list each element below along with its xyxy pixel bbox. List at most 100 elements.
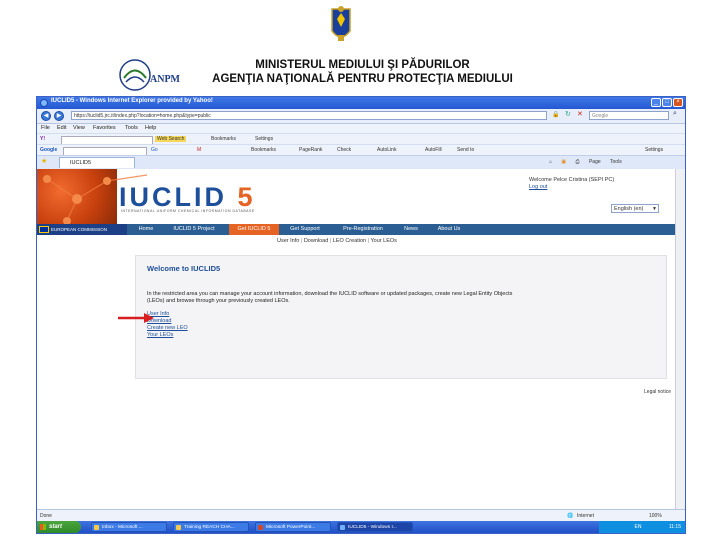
nav-about-us[interactable]: About Us bbox=[429, 224, 469, 235]
subnav-download[interactable]: Download bbox=[304, 238, 328, 244]
iuclid-subtitle: INTERNATIONAL UNIFORM CHEMICAL INFORMATI… bbox=[121, 209, 255, 213]
eu-flag-icon bbox=[39, 226, 49, 233]
subnav-leo-creation[interactable]: LEO Creation bbox=[333, 238, 366, 244]
subnav-your-leos[interactable]: Your LEOs bbox=[371, 238, 397, 244]
vertical-scrollbar[interactable] bbox=[675, 169, 685, 509]
language-value: English (en) bbox=[614, 206, 644, 212]
refresh-icon[interactable]: ↻ bbox=[565, 110, 571, 118]
google-toolbar-label: Google bbox=[40, 147, 58, 153]
google-check-button[interactable]: Check bbox=[337, 147, 351, 153]
yahoo-settings-button[interactable]: Settings bbox=[255, 136, 273, 142]
tab-label: IUCLID5 bbox=[70, 160, 92, 166]
welcome-panel-text: In the restricted area you can manage yo… bbox=[147, 291, 513, 304]
welcome-panel-title: Welcome to IUCLID5 bbox=[147, 264, 221, 273]
menu-bar: File Edit View Favorites Tools Help bbox=[37, 124, 685, 133]
subnav-user-info[interactable]: User Info bbox=[277, 238, 299, 244]
taskbar-item-label: Inbox - Microsoft ... bbox=[102, 525, 143, 530]
menu-help[interactable]: Help bbox=[145, 125, 156, 131]
menu-file[interactable]: File bbox=[41, 125, 50, 131]
tools-menu[interactable]: Tools bbox=[610, 159, 622, 165]
nav-pre-registration[interactable]: Pre-Registration bbox=[333, 224, 393, 235]
menu-view[interactable]: View bbox=[73, 125, 85, 131]
link-your-leos[interactable]: Your LEOs bbox=[147, 332, 188, 339]
nav-get-support[interactable]: Get Support bbox=[283, 224, 327, 235]
windows-logo-icon bbox=[40, 524, 46, 530]
start-button[interactable]: start bbox=[37, 521, 81, 533]
menu-favorites[interactable]: Favorites bbox=[93, 125, 116, 131]
taskbar-item-label: Training REACH CHA... bbox=[184, 525, 235, 530]
google-pagerank-button[interactable]: PageRank bbox=[299, 147, 322, 153]
slide-title-line1: MINISTERUL MEDIULUI ŞI PĂDURILOR bbox=[255, 59, 470, 71]
system-tray: EN 11:15 bbox=[599, 521, 685, 533]
search-icon[interactable]: ⌕ bbox=[673, 110, 677, 118]
taskbar-item-training[interactable]: Training REACH CHA... bbox=[173, 522, 249, 532]
window-title: IUCLID5 - Windows Internet Explorer prov… bbox=[51, 98, 213, 104]
taskbar-item-iuclid5[interactable]: IUCLID5 - Windows I... bbox=[337, 522, 413, 532]
slide-title-line2: AGENŢIA NAŢIONALĂ PENTRU PROTECŢIA MEDIU… bbox=[212, 73, 513, 85]
eu-commission-badge: EUROPEAN COMMISSION bbox=[37, 224, 127, 235]
folder-icon bbox=[176, 525, 181, 530]
zoom-level[interactable]: 100% bbox=[649, 513, 662, 519]
google-go-button[interactable]: Go bbox=[151, 147, 158, 153]
favorites-star-icon[interactable]: ★ bbox=[41, 157, 47, 165]
red-arrow-icon bbox=[118, 313, 154, 323]
forward-button[interactable]: ▶ bbox=[54, 111, 64, 121]
link-create-new-leo[interactable]: Create new LEO bbox=[147, 325, 188, 332]
back-button[interactable]: ◀ bbox=[41, 111, 51, 121]
yahoo-web-search-button[interactable]: Web Search bbox=[155, 136, 187, 142]
minimize-button[interactable]: _ bbox=[651, 98, 661, 107]
menu-edit[interactable]: Edit bbox=[57, 125, 66, 131]
google-sendto-button[interactable]: Send to bbox=[457, 147, 474, 153]
ie-icon bbox=[340, 525, 345, 530]
main-nav: EUROPEAN COMMISSION Home IUCLID 5 Projec… bbox=[37, 224, 675, 235]
romanian-coat-of-arms-icon bbox=[331, 6, 351, 41]
tray-language[interactable]: EN bbox=[635, 524, 642, 530]
search-input[interactable]: Google bbox=[589, 111, 669, 120]
menu-tools[interactable]: Tools bbox=[125, 125, 138, 131]
taskbar-item-inbox[interactable]: Inbox - Microsoft ... bbox=[91, 522, 167, 532]
page-content: IUCLID 5 INTERNATIONAL UNIFORM CHEMICAL … bbox=[37, 169, 685, 509]
start-label: start bbox=[49, 524, 63, 530]
slide-title: MINISTERUL MEDIULUI ŞI PĂDURILOR AGENŢIA… bbox=[190, 58, 535, 86]
google-autofill-button[interactable]: AutoFill bbox=[425, 147, 442, 153]
taskbar-item-powerpoint[interactable]: Microsoft PowerPoint... bbox=[255, 522, 331, 532]
iuclid-logo-version: 5 bbox=[237, 182, 256, 212]
google-settings-button[interactable]: Settings bbox=[645, 147, 663, 153]
home-icon[interactable]: ⌂ bbox=[549, 159, 552, 165]
outlook-icon bbox=[94, 525, 99, 530]
tab-bar: ★ IUCLID5 ⌂ ▣ ⎙ Page Tools bbox=[37, 155, 685, 170]
google-bookmarks-button[interactable]: Bookmarks bbox=[251, 147, 276, 153]
maximize-button[interactable]: □ bbox=[662, 98, 672, 107]
language-select[interactable]: English (en) ▼ bbox=[611, 204, 659, 213]
ie-icon bbox=[40, 99, 48, 107]
legal-notice-link[interactable]: Legal notice bbox=[644, 389, 671, 395]
nav-home[interactable]: Home bbox=[133, 224, 159, 235]
stop-icon[interactable]: ✕ bbox=[577, 110, 583, 118]
print-icon[interactable]: ⎙ bbox=[576, 159, 580, 165]
page-menu[interactable]: Page bbox=[589, 159, 601, 165]
welcome-panel bbox=[135, 255, 667, 379]
lock-icon[interactable]: 🔒 bbox=[552, 111, 559, 118]
logout-link[interactable]: Log out bbox=[529, 184, 614, 191]
yahoo-bookmarks-button[interactable]: Bookmarks bbox=[211, 136, 236, 142]
command-bar: ⌂ ▣ ⎙ Page Tools bbox=[549, 159, 622, 165]
chevron-down-icon: ▼ bbox=[652, 206, 657, 212]
taskbar-item-label: IUCLID5 - Windows I... bbox=[348, 525, 397, 530]
tray-clock: 11:15 bbox=[668, 524, 681, 530]
nav-get-iuclid5[interactable]: Get IUCLID 5 bbox=[229, 224, 279, 235]
powerpoint-icon bbox=[258, 525, 263, 530]
url-input[interactable]: https://iuclid5.jrc.it/index.php?locatio… bbox=[71, 111, 547, 120]
close-button[interactable]: × bbox=[673, 98, 683, 107]
anpm-logo-text: ANPM bbox=[150, 74, 180, 85]
address-bar: ◀ ▶ https://iuclid5.jrc.it/index.php?loc… bbox=[37, 109, 685, 124]
nav-news[interactable]: News bbox=[399, 224, 423, 235]
gmail-icon[interactable]: M bbox=[197, 147, 201, 153]
nav-iuclid5-project[interactable]: IUCLID 5 Project bbox=[163, 224, 225, 235]
yahoo-logo-icon: Y! bbox=[40, 136, 45, 142]
google-autolink-button[interactable]: AutoLink bbox=[377, 147, 396, 153]
feeds-icon[interactable]: ▣ bbox=[561, 159, 566, 165]
window-controls: _ □ × bbox=[651, 98, 683, 107]
user-welcome: Welcome Pelce Cristina (SEPI PC) Log out bbox=[529, 177, 614, 191]
windows-taskbar: start Inbox - Microsoft ... Training REA… bbox=[37, 521, 685, 533]
tab-iuclid5[interactable]: IUCLID5 bbox=[59, 157, 135, 168]
